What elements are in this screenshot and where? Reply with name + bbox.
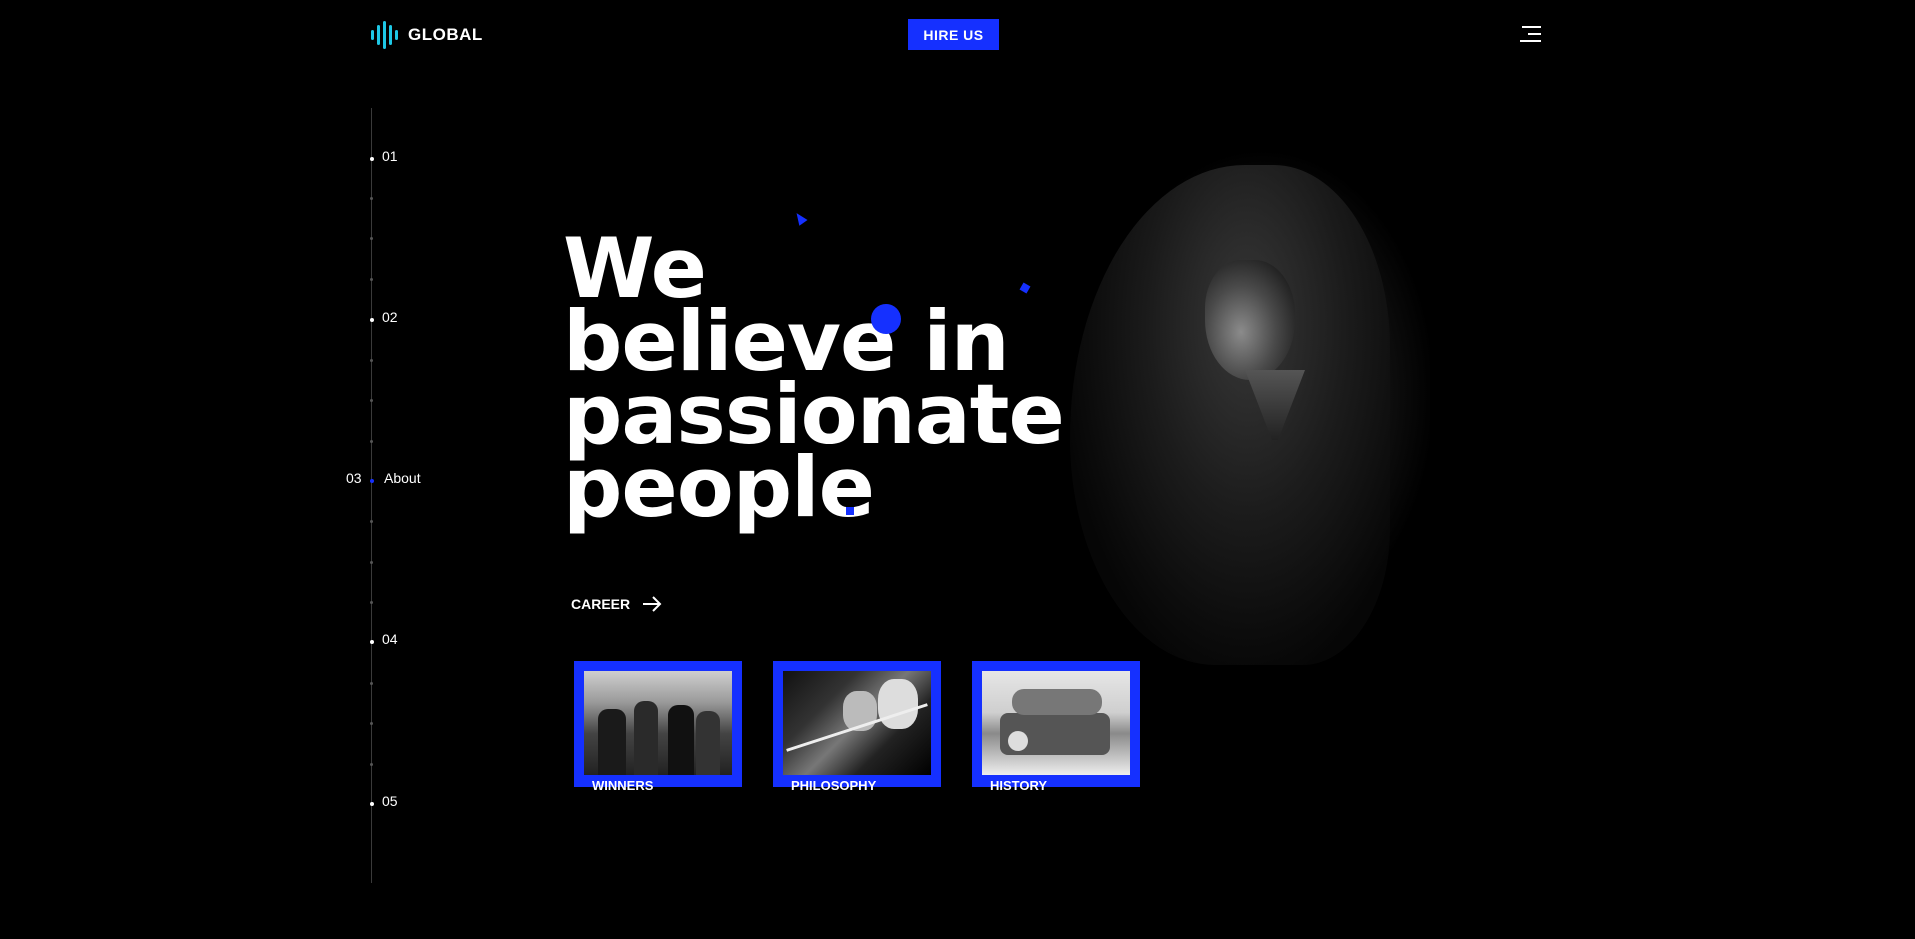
nav-item-05[interactable]: 05 — [382, 793, 398, 809]
logo[interactable]: GLOBAL — [371, 20, 483, 50]
nav-timeline-line — [371, 108, 372, 883]
nav-tick — [370, 561, 373, 564]
logo-text: GLOBAL — [408, 25, 483, 44]
nav-item-02[interactable]: 02 — [382, 309, 398, 325]
decor-circle — [871, 304, 901, 334]
card-philosophy-label: PHILOSOPHY — [791, 778, 877, 793]
page: GLOBAL HIRE US 01 02 03 About 04 05 We b… — [0, 0, 1915, 939]
nav-item-04[interactable]: 04 — [382, 631, 398, 647]
arrow-right-icon — [643, 596, 662, 612]
card-history[interactable]: HISTORY — [972, 661, 1140, 793]
nav-tick — [370, 440, 373, 443]
nav-tick — [370, 278, 373, 281]
hire-us-button[interactable]: HIRE US — [908, 19, 999, 50]
nav-tick — [370, 237, 373, 240]
nav-item-01[interactable]: 01 — [382, 148, 398, 164]
card-winners-label: WINNERS — [592, 778, 654, 793]
nav-item-03[interactable]: 03 — [346, 470, 362, 486]
card-winners-image — [584, 671, 732, 775]
hero-portrait-face — [1205, 260, 1295, 380]
card-history-label: HISTORY — [990, 778, 1048, 793]
nav-tick — [370, 601, 373, 604]
nav-tick — [370, 722, 373, 725]
nav-tick — [370, 763, 373, 766]
nav-item-03-label[interactable]: About — [384, 470, 421, 486]
headline-period-square — [846, 507, 854, 515]
hamburger-menu-icon[interactable] — [1520, 26, 1541, 44]
nav-dot-03-active[interactable] — [370, 479, 374, 483]
card-philosophy[interactable]: PHILOSOPHY — [773, 661, 941, 793]
hero-headline: We believe in passionate people — [563, 227, 1065, 529]
sound-wave-logo-icon — [371, 20, 398, 50]
career-link[interactable]: CAREER — [571, 596, 662, 612]
nav-dot-01[interactable] — [370, 157, 374, 161]
nav-dot-02[interactable] — [370, 318, 374, 322]
card-winners[interactable]: WINNERS — [574, 661, 742, 793]
nav-tick — [370, 359, 373, 362]
nav-dot-04[interactable] — [370, 640, 374, 644]
decor-triangle — [792, 210, 808, 226]
nav-tick — [370, 520, 373, 523]
career-label: CAREER — [571, 596, 631, 612]
card-philosophy-image — [783, 671, 931, 775]
nav-tick — [370, 399, 373, 402]
card-history-image — [982, 671, 1130, 775]
nav-dot-05[interactable] — [370, 802, 374, 806]
nav-tick — [370, 197, 373, 200]
nav-tick — [370, 682, 373, 685]
